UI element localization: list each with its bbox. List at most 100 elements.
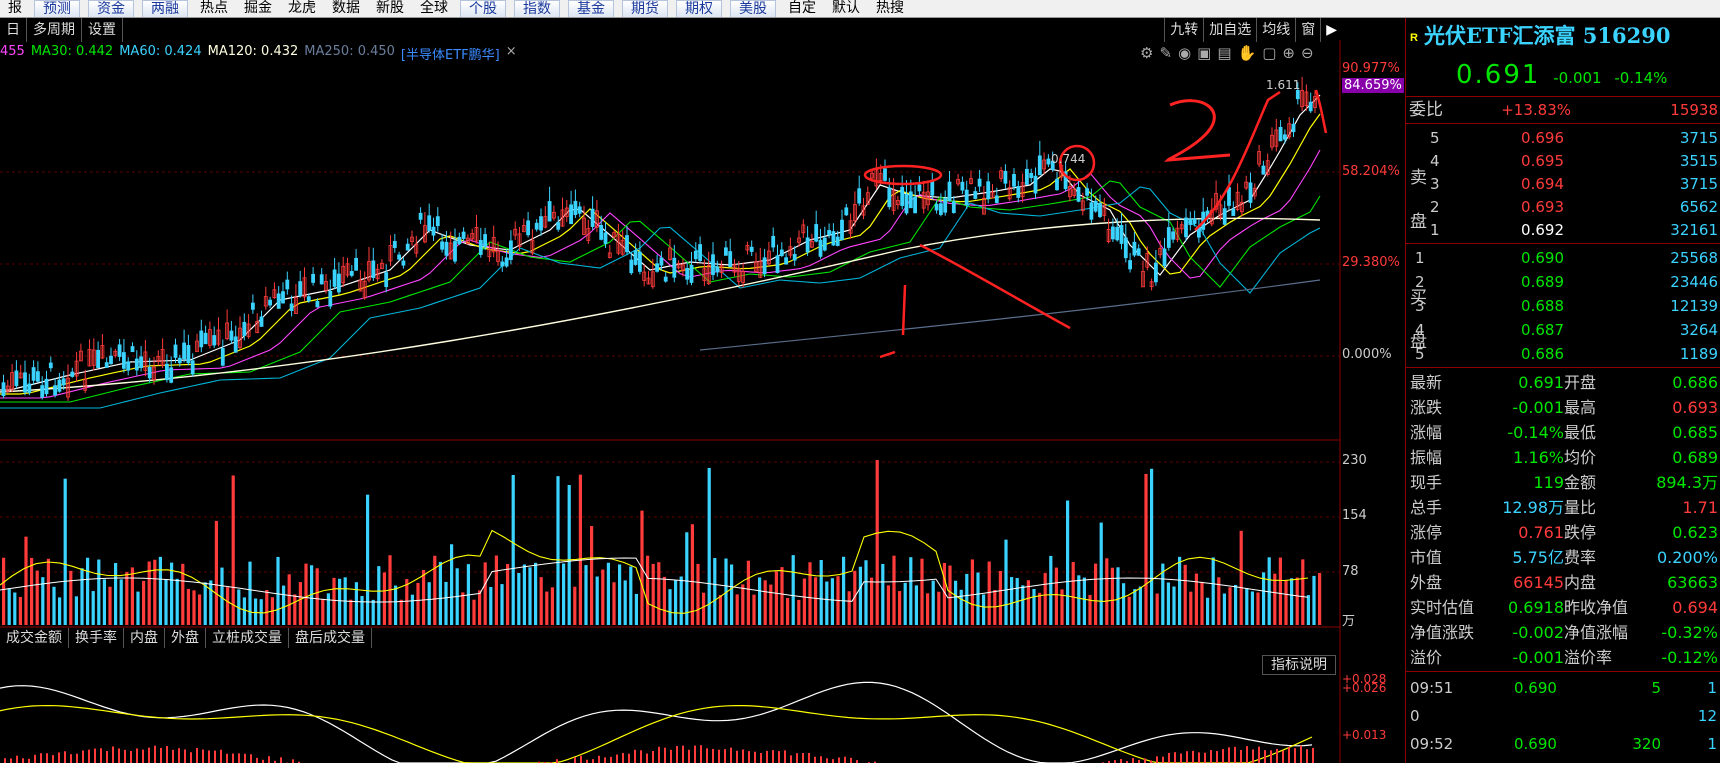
sell-row[interactable]: 4 0.695 3515 [1406, 149, 1720, 174]
macd-bar [802, 753, 804, 763]
candle-body [964, 189, 969, 206]
menu-item-18[interactable]: 热搜 [868, 0, 912, 17]
buy-row[interactable]: 5 0.686 1189 [1406, 342, 1720, 367]
menu-item-4[interactable]: 热点 [192, 0, 236, 17]
macd-bar [736, 750, 738, 763]
candle-body [1222, 208, 1227, 225]
security-name[interactable]: 光伏ETF汇添富 516290 [1424, 23, 1671, 48]
tick-price: 0.690 [1514, 679, 1557, 697]
candle-body [805, 237, 810, 253]
candle-body [663, 276, 668, 282]
window-button[interactable]: 窗 [1295, 18, 1320, 42]
menu-item-13[interactable]: 期货 [622, 0, 668, 17]
quote-row: 涨停 0.761 跌停 0.623 [1406, 520, 1720, 545]
macd-bar [844, 756, 846, 763]
menu-item-8[interactable]: 新股 [368, 0, 412, 17]
candle-body [1283, 134, 1287, 140]
tick-row: 09:52 0.690 320 1 [1406, 731, 1720, 757]
candle-body [1037, 155, 1042, 176]
security-title: R 光伏ETF汇添富 516290 [1406, 20, 1720, 52]
tab-settings[interactable]: 设置 [82, 18, 123, 42]
macd-bar [196, 747, 198, 763]
macd-bar [1186, 751, 1188, 763]
play-icon[interactable]: ▶ [1320, 18, 1342, 42]
volume-bar [702, 592, 706, 625]
sell-row[interactable]: 5 0.696 3715 [1406, 126, 1720, 151]
buy-price: 0.689 [1521, 273, 1564, 291]
sell-row[interactable]: 1 0.692 32161 [1406, 218, 1720, 243]
tab-turnover[interactable]: 换手率 [69, 628, 124, 648]
candle-body [139, 356, 144, 368]
tab-outer[interactable]: 外盘 [165, 628, 206, 648]
quote-key: 涨幅 [1410, 423, 1443, 442]
buy-row[interactable]: 3 0.688 12139 [1406, 294, 1720, 319]
menu-item-0[interactable]: 报 [0, 0, 30, 17]
volume-bar [1116, 567, 1120, 625]
menu-item-16[interactable]: 自定 [780, 0, 824, 17]
menu-item-1[interactable]: 预测 [34, 0, 80, 17]
candle-body [689, 264, 694, 283]
volume-bar [926, 593, 930, 625]
buy-row[interactable]: 2 0.689 23446 [1406, 270, 1720, 295]
volume-bar [646, 555, 650, 625]
menu-item-17[interactable]: 默认 [824, 0, 868, 17]
quote-key: 跌停 [1564, 523, 1597, 542]
kline-chart[interactable] [0, 40, 1405, 763]
volume-bar [489, 587, 493, 625]
volume-bar [1273, 573, 1277, 625]
sell-level: 2 [1430, 198, 1440, 216]
candle-body [508, 240, 513, 260]
macd-bar [592, 759, 594, 763]
menu-item-12[interactable]: 基金 [568, 0, 614, 17]
volume-bar [332, 577, 336, 625]
menu-item-6[interactable]: 龙虎 [280, 0, 324, 17]
menu-item-11[interactable]: 指数 [514, 0, 560, 17]
macd-bar [1120, 759, 1122, 763]
candle-body [315, 300, 320, 308]
menu-item-15[interactable]: 美股 [730, 0, 776, 17]
volume-bar [1301, 559, 1305, 625]
menu-item-10[interactable]: 个股 [460, 0, 506, 17]
menu-item-9[interactable]: 全球 [412, 0, 456, 17]
buy-row[interactable]: 1 0.690 25568 [1406, 246, 1720, 271]
macd-bar [184, 749, 186, 763]
macd-bar [1294, 748, 1296, 763]
add-watchlist-button[interactable]: 加自选 [1203, 18, 1256, 42]
indicator-help-button[interactable]: 指标说明 [1262, 655, 1336, 675]
volume-bar [494, 555, 498, 625]
candle-body [285, 279, 290, 290]
volume-bar [987, 561, 991, 625]
axis-pct-2: 58.204% [1342, 164, 1400, 179]
menu-item-3[interactable]: 两融 [142, 0, 188, 17]
tab-after-hours-volume[interactable]: 盘后成交量 [289, 628, 372, 648]
sell-row[interactable]: 2 0.693 6562 [1406, 195, 1720, 220]
tab-amount[interactable]: 成交金额 [0, 628, 69, 648]
macd-bar [652, 751, 654, 763]
macd-bar [82, 750, 84, 763]
candle-body [177, 357, 182, 364]
menu-item-7[interactable]: 数据 [324, 0, 368, 17]
tab-inner[interactable]: 内盘 [124, 628, 165, 648]
volume-bar [522, 564, 526, 625]
volume-bar [1122, 583, 1126, 625]
volume-bar [102, 579, 106, 625]
menu-item-5[interactable]: 掘金 [236, 0, 280, 17]
ma-button[interactable]: 均线 [1256, 18, 1295, 42]
jiuzhuan-button[interactable]: 九转 [1164, 18, 1203, 42]
quote-value: 12.98万 [1502, 498, 1564, 517]
sell-row[interactable]: 3 0.694 3715 [1406, 172, 1720, 197]
candle-body [1119, 225, 1124, 244]
tab-day[interactable]: 日 [0, 18, 27, 42]
quote-value: 63663 [1667, 573, 1718, 592]
volume-bar [142, 580, 146, 625]
tab-multi-period[interactable]: 多周期 [27, 18, 82, 42]
buy-row[interactable]: 4 0.687 3264 [1406, 318, 1720, 343]
menu-item-2[interactable]: 资金 [88, 0, 134, 17]
macd-bar [148, 747, 150, 763]
volume-bar [287, 574, 291, 625]
macd-bar [58, 752, 60, 763]
volume-bar [170, 562, 174, 625]
menu-item-14[interactable]: 期权 [676, 0, 722, 17]
tab-pile-volume[interactable]: 立桩成交量 [206, 628, 289, 648]
top-price-label: 1.611 [1266, 78, 1301, 92]
